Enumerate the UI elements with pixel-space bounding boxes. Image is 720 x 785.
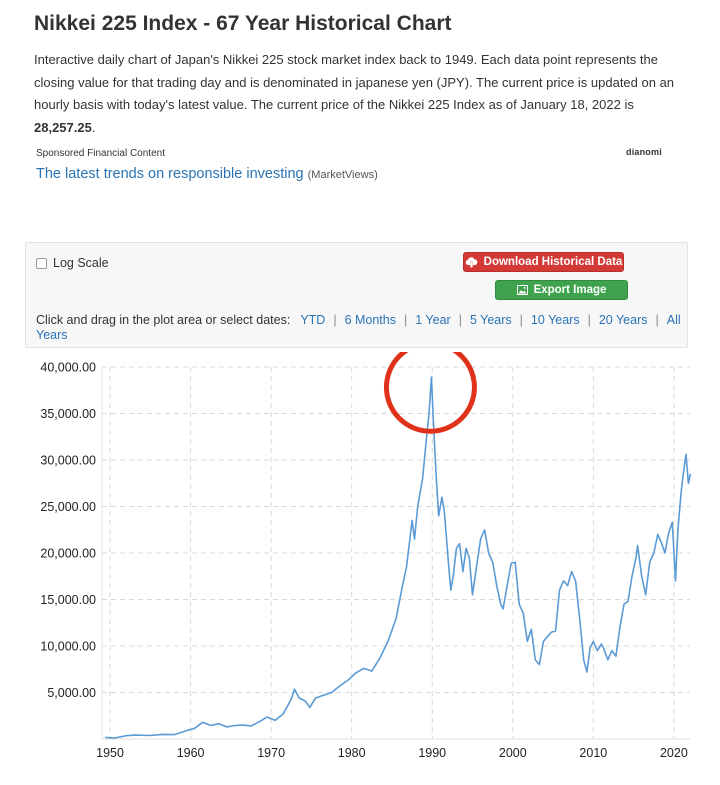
log-scale-checkbox[interactable] [36, 257, 47, 269]
range-10-years-link[interactable]: 10 Years [531, 313, 580, 327]
x-tick-label: 1980 [338, 746, 366, 760]
range-separator: | [655, 313, 659, 327]
date-range-prompt: Click and drag in the plot area or selec… [36, 313, 291, 327]
intro-paragraph: Interactive daily chart of Japan's Nikke… [34, 49, 694, 139]
x-tick-label: 2020 [660, 746, 688, 760]
log-scale-label[interactable]: Log Scale [53, 256, 109, 270]
x-tick-label: 2010 [579, 746, 607, 760]
sponsored-link-text[interactable]: The latest trends on responsible investi… [36, 166, 304, 182]
nikkei-chart-container[interactable]: 5,000.00 10,000.00 15,000.00 20,000.00 25,00… [0, 340, 720, 780]
nikkei-225-series-line[interactable] [105, 376, 692, 739]
range-20-years-link[interactable]: 20 Years [599, 313, 648, 327]
sponsored-article-link[interactable]: The latest trends on responsible investi… [36, 166, 378, 182]
range-separator: | [519, 313, 523, 327]
range-separator: | [403, 313, 408, 327]
download-button-label[interactable]: Download Historical Data [484, 256, 623, 268]
y-tick-label: 35,000.00 [40, 407, 96, 421]
dianomi-logo[interactable]: dianomi [626, 147, 662, 157]
current-price: 28,257.25 [34, 119, 92, 135]
range-separator: | [458, 313, 462, 327]
export-image-button[interactable]: Export Image [495, 280, 628, 300]
download-historical-data-button[interactable]: Download Historical Data [463, 252, 624, 272]
nikkei-line-chart[interactable]: 5,000.00 10,000.00 15,000.00 20,000.00 25,00… [0, 340, 720, 780]
x-tick-label: 1960 [177, 746, 205, 760]
sponsored-label: Sponsored Financial Content [36, 148, 165, 159]
range-1-year-link[interactable]: 1 Year [415, 313, 450, 327]
y-tick-label: 30,000.00 [40, 454, 96, 468]
y-tick-label: 40,000.00 [40, 361, 96, 375]
y-tick-label: 10,000.00 [40, 640, 96, 654]
sponsored-source: (MarketViews) [307, 169, 378, 181]
chart-controls-panel: Log Scale Download Historical Data Expor… [25, 242, 688, 348]
x-tick-label: 1950 [96, 746, 124, 760]
y-tick-label: 25,000.00 [40, 500, 96, 514]
range-5-years-link[interactable]: 5 Years [470, 313, 512, 327]
log-scale-toggle[interactable]: Log Scale [36, 256, 109, 270]
range-separator: | [587, 313, 591, 327]
intro-end: . [91, 119, 96, 135]
y-tick-label: 20,000.00 [40, 547, 96, 561]
y-tick-label: 15,000.00 [40, 593, 96, 607]
x-tick-label: 2000 [499, 746, 527, 760]
x-tick-label: 1970 [257, 746, 285, 760]
export-button-label[interactable]: Export Image [534, 284, 607, 296]
range-6-months-link[interactable]: 6 Months [345, 313, 396, 327]
range-separator: | [333, 313, 337, 327]
intro-text: Interactive daily chart of Japan's Nikke… [34, 52, 675, 112]
date-range-selector: Click and drag in the plot area or selec… [36, 313, 681, 343]
x-tick-label: 1990 [418, 746, 446, 760]
page-title: Nikkei 225 Index - 67 Year Historical Ch… [34, 12, 452, 35]
download-cloud-icon [465, 256, 478, 268]
range-ytd-link[interactable]: YTD [300, 313, 325, 327]
y-tick-label: 5,000.00 [47, 686, 96, 700]
image-icon [516, 285, 528, 295]
